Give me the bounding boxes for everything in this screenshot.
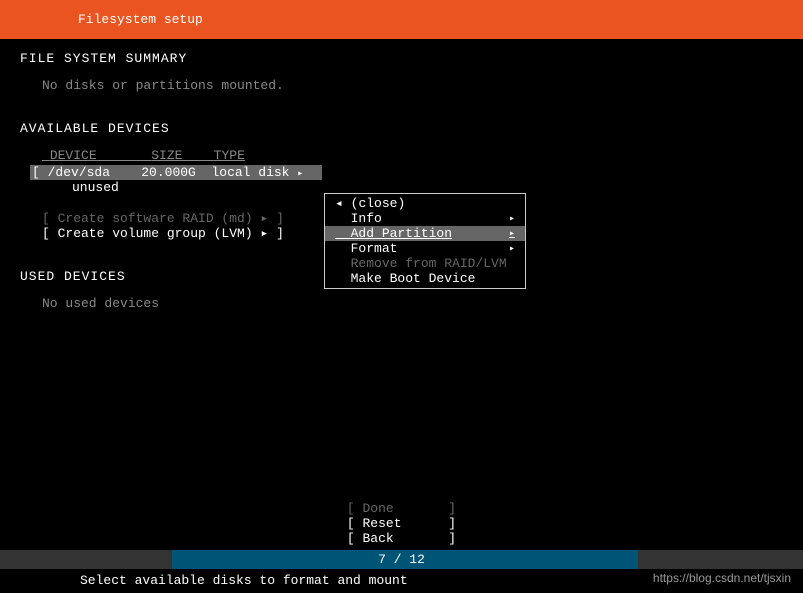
done-button: [ Done ]	[0, 501, 803, 516]
bottom-buttons: [ Done ] [ Reset ] [ Back ]	[0, 501, 803, 546]
watermark: https://blog.csdn.net/tjsxin	[653, 571, 791, 585]
reset-button[interactable]: [ Reset ]	[0, 516, 803, 531]
menu-add-partition[interactable]: Add Partition ▸	[325, 226, 525, 241]
used-body: No used devices	[20, 296, 783, 311]
no-disks-text: No disks or partitions mounted.	[42, 78, 284, 93]
menu-info[interactable]: Info ▸	[325, 211, 525, 226]
menu-format[interactable]: Format ▸	[325, 241, 525, 256]
chevron-left-icon: ◂	[335, 196, 343, 211]
summary-title: FILE SYSTEM SUMMARY	[20, 51, 783, 66]
device-table-header: DEVICE SIZE TYPE	[42, 148, 783, 163]
progress-bar: 7 / 12	[0, 550, 803, 569]
available-title: AVAILABLE DEVICES	[20, 121, 783, 136]
device-context-menu: ◂ (close) Info ▸ Add Partition ▸ Format …	[324, 193, 526, 289]
chevron-right-icon: ▸	[509, 228, 515, 240]
chevron-right-icon: ▸	[509, 213, 515, 225]
menu-remove-raid-lvm: Remove from RAID/LVM	[325, 256, 525, 271]
back-button[interactable]: [ Back ]	[0, 531, 803, 546]
menu-make-boot[interactable]: Make Boot Device	[325, 271, 525, 286]
device-row-sda[interactable]: [ /dev/sda 20.000G local disk ▸	[30, 165, 322, 180]
chevron-right-icon: ▸	[509, 243, 515, 255]
page-header: Filesystem setup	[0, 0, 803, 39]
help-text: Select available disks to format and mou…	[80, 573, 408, 588]
menu-close[interactable]: ◂ (close)	[325, 196, 525, 211]
chevron-right-icon: ▸	[297, 169, 303, 180]
progress-text: 7 / 12	[378, 552, 425, 567]
page-title: Filesystem setup	[78, 12, 203, 27]
summary-body: No disks or partitions mounted.	[20, 78, 783, 93]
no-used-text: No used devices	[42, 296, 159, 311]
